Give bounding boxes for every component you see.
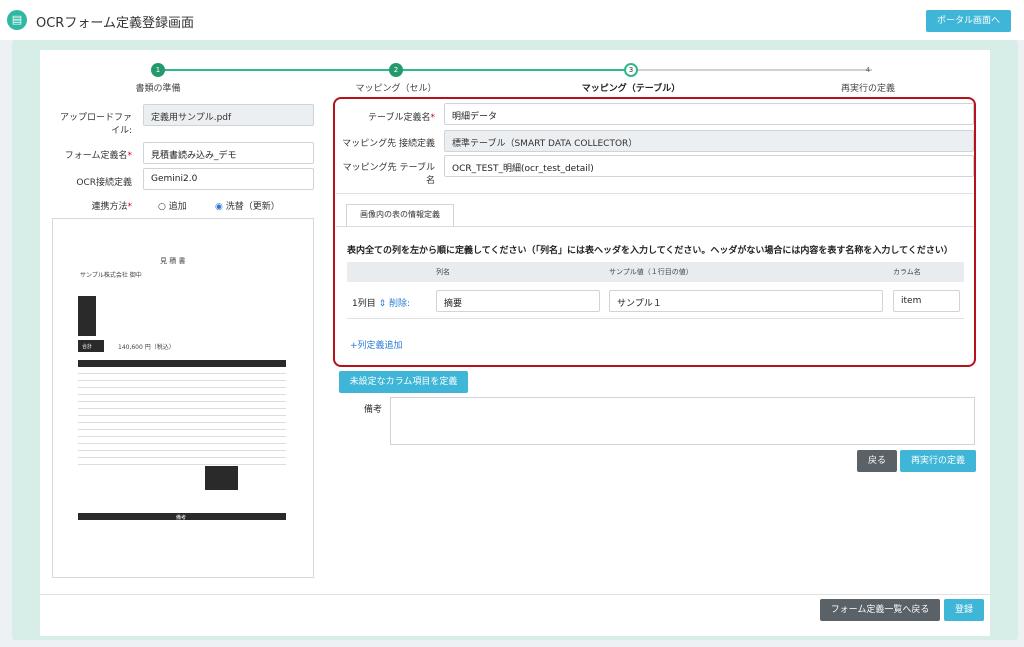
doc-company: サンプル株式会社 御中 [80,272,142,279]
step-4-label: 再実行の定義 [840,84,895,94]
column-name-input[interactable]: 摘要 [436,290,600,312]
top-bar: ▤ OCRフォーム定義登録画面 ポータル画面へ [0,0,1024,40]
radio-replace[interactable]: ◉ 洗替（更新） [215,199,280,212]
instruction-text: 表内全ての列を左から順に定義してください（「列名」には表ヘッダを入力してください… [347,246,953,256]
doc-row [78,381,286,388]
doc-row [78,437,286,444]
doc-row [78,451,286,458]
step-1-label: 書類の準備 [135,84,181,94]
row-divider [347,318,964,319]
doc-row [78,367,286,374]
rerun-def-button[interactable]: 再実行の定義 [900,450,976,472]
step-3-dot: 3 [624,63,638,77]
doc-block [78,296,96,336]
ocr-conn-select[interactable]: Gemini2.0 [143,168,314,190]
step-3-label: マッピング（テーブル） [581,84,681,94]
col-header-name: 列名 [436,268,450,276]
step-4-dot: 4 [865,66,871,74]
column-order-select[interactable]: 1列目 ⇕ 削除: [352,296,410,309]
table-name-input[interactable]: 明細データ [444,103,974,125]
doc-footer: 備考 [176,515,187,521]
mapping-table-label: マッピング先 テーブル名 [342,163,435,186]
doc-row [78,430,286,437]
col-header-item: カラム名 [893,268,921,276]
step-2-dot: 2 [389,63,403,77]
step-1-dot: 1 [151,63,165,77]
tab-underline [336,226,974,227]
step-2-label: マッピング（セル） [355,84,437,94]
doc-row [78,416,286,423]
doc-row [78,374,286,381]
doc-row [78,395,286,402]
register-button[interactable]: 登録 [944,599,984,621]
doc-row [78,402,286,409]
page-title: OCRフォーム定義登録画面 [36,16,194,31]
doc-title: 見 積 書 [160,257,186,265]
add-column-link[interactable]: +列定義追加 [350,338,403,351]
doc-block [205,466,238,490]
portal-button[interactable]: ポータル画面へ [926,10,1011,32]
back-to-list-button[interactable]: フォーム定義一覧へ戻る [820,599,940,621]
doc-row [78,409,286,416]
mapping-conn-label: マッピング先 接続定義 [342,139,435,149]
link-method-label: 連携方法* [91,202,132,212]
doc-total-label: 合計 [82,344,93,350]
mapping-conn-field[interactable]: 標準テーブル（SMART DATA COLLECTOR） [444,130,974,152]
doc-row [78,444,286,451]
step-connector [632,69,872,71]
ocr-conn-label: OCR接続定義 [76,178,132,188]
footer-divider [40,594,990,595]
remarks-textarea[interactable] [390,397,975,445]
sample-value-input[interactable]: サンプル１ [609,290,883,312]
form-name-label: フォーム定義名* [64,151,132,161]
delete-link[interactable]: 削除: [389,299,410,309]
doc-row [78,423,286,430]
define-undefined-button[interactable]: 未設定なカラム項目を定義 [339,371,468,393]
doc-total-value: 140,600 円（税込） [118,344,175,351]
form-name-input[interactable]: 見積書読み込み_デモ [143,142,314,164]
radio-add[interactable]: ○ 追加 [158,199,187,212]
tab-table-info[interactable]: 画像内の表の情報定義 [346,204,454,226]
document-icon: ▤ [7,10,27,30]
doc-row [78,458,286,465]
col-header-sample: サンプル値（１行目の値） [609,268,693,276]
mapping-table-select[interactable]: OCR_TEST_明細(ocr_test_detail) [444,155,974,177]
remarks-label: 備考 [363,405,382,415]
column-item-input[interactable]: item [893,290,960,312]
doc-row [78,388,286,395]
upload-label: アップロードファ イル: [59,113,132,136]
table-name-label: テーブル定義名* [368,113,435,123]
doc-table-header [78,360,286,367]
step-connector [158,69,396,71]
step-connector [396,69,632,71]
back-button[interactable]: 戻る [857,450,897,472]
upload-file-field[interactable]: 定義用サンプル.pdf [143,104,314,126]
section-divider [336,193,974,194]
